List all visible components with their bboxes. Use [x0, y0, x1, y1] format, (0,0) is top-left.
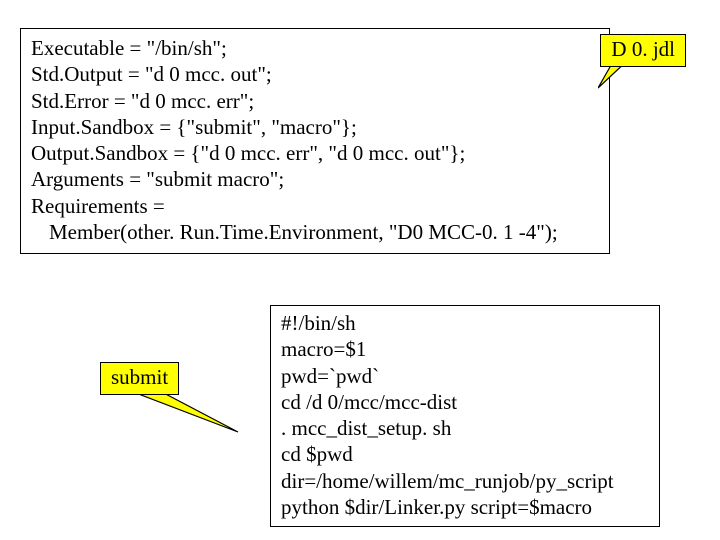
script-line: macro=$1 [281, 336, 649, 362]
jdl-line: Std.Output = "d 0 mcc. out"; [31, 61, 599, 87]
script-line: dir=/home/willem/mc_runjob/py_script [281, 468, 649, 494]
script-line: #!/bin/sh [281, 310, 649, 336]
script-line: cd $pwd [281, 441, 649, 467]
script-line: cd /d 0/mcc/mcc-dist [281, 389, 649, 415]
submit-label-pointer [128, 390, 248, 450]
script-line: . mcc_dist_setup. sh [281, 415, 649, 441]
jdl-line: Executable = "/bin/sh"; [31, 35, 599, 61]
script-line: pwd=`pwd` [281, 363, 649, 389]
jdl-file-label: D 0. jdl [600, 34, 686, 67]
jdl-line: Output.Sandbox = {"d 0 mcc. err", "d 0 m… [31, 140, 599, 166]
submit-script-box: #!/bin/sh macro=$1 pwd=`pwd` cd /d 0/mcc… [270, 305, 660, 527]
jdl-line: Arguments = "submit macro"; [31, 166, 599, 192]
submit-file-label: submit [100, 362, 179, 395]
jdl-line: Std.Error = "d 0 mcc. err"; [31, 88, 599, 114]
jdl-line: Requirements = [31, 193, 599, 219]
jdl-line: Input.Sandbox = {"submit", "macro"}; [31, 114, 599, 140]
script-line: python $dir/Linker.py script=$macro [281, 494, 649, 520]
jdl-line: Member(other. Run.Time.Environment, "D0 … [31, 219, 599, 245]
jdl-file-box: Executable = "/bin/sh"; Std.Output = "d … [20, 28, 610, 254]
